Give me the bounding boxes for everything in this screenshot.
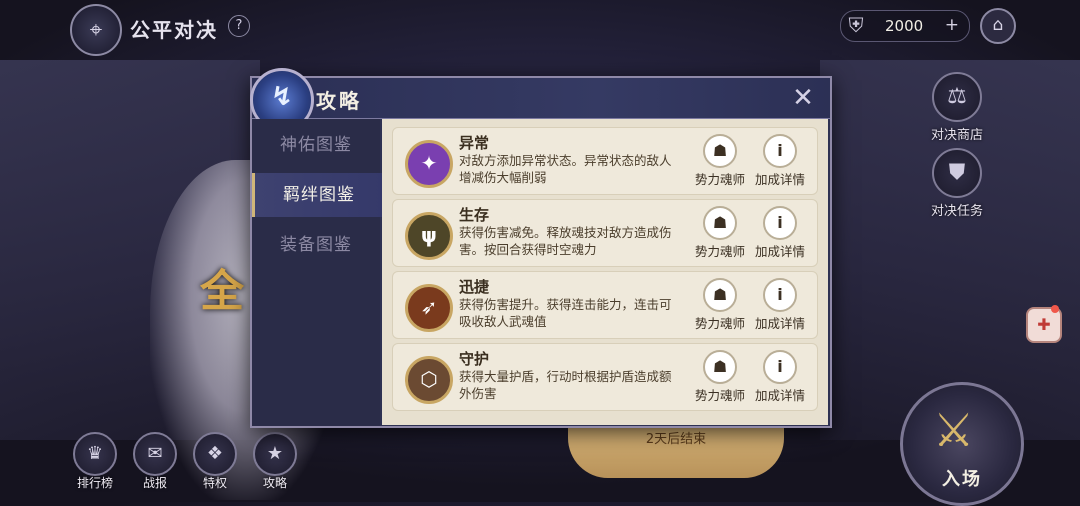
currency-value: 2000 xyxy=(885,17,924,35)
button-label: 势力魂师 xyxy=(694,172,745,187)
faction-soulmaster-button[interactable]: ☗ 势力魂师 xyxy=(691,206,749,260)
modal-tab-nav: 神佑图鉴 羁绊图鉴 装备图鉴 xyxy=(252,119,383,426)
guide-button[interactable]: ★ 攻略 xyxy=(250,432,300,491)
list-item: ψ 生存 获得伤害减免。释放魂技对敌方造成伤害。按回合获得时空魂力 ☗ 势力魂师… xyxy=(392,199,818,267)
tab-blessing-codex[interactable]: 神佑图鉴 xyxy=(252,123,380,167)
button-label: 加成详情 xyxy=(754,388,805,403)
help-button[interactable]: ? xyxy=(228,15,250,37)
tasks-label: 对决任务 xyxy=(930,204,983,219)
report-label: 战报 xyxy=(142,476,167,490)
currency-shield-icon: ⛨ xyxy=(848,13,864,37)
bond-name: 守护 xyxy=(459,350,490,368)
home-icon: ⌂ xyxy=(992,15,1004,35)
bond-name: 生存 xyxy=(459,206,490,224)
crossed-swords-icon: ⚔ xyxy=(933,403,975,457)
privilege-label: 特权 xyxy=(202,476,227,490)
info-icon: i xyxy=(763,350,797,384)
list-item: ➶ 迅捷 获得伤害提升。获得连击能力，连击可吸收敌人武魂值 ☗ 势力魂师 i 加… xyxy=(392,271,818,339)
list-item: ⬡ 守护 获得大量护盾，行动时根据护盾造成额外伤害 ☗ 势力魂师 i 加成详情 xyxy=(392,343,818,411)
bond-description: 获得伤害减免。释放魂技对敌方造成伤害。按回合获得时空魂力 xyxy=(459,225,672,257)
faction-soulmaster-button[interactable]: ☗ 势力魂师 xyxy=(691,134,749,188)
bond-name: 异常 xyxy=(459,134,490,152)
bonus-details-button[interactable]: i 加成详情 xyxy=(751,134,809,188)
wing-emblem-icon: ➶ xyxy=(405,284,453,332)
hooded-figure-icon: ☗ xyxy=(703,278,737,312)
hooded-figure-icon: ☗ xyxy=(703,206,737,240)
currency-display: ⛨ 2000 + xyxy=(840,10,970,42)
leaderboard-button[interactable]: ♛ 排行榜 xyxy=(70,432,120,491)
guide-icon: ★ xyxy=(253,432,297,476)
page-title: 公平对决 xyxy=(130,18,218,42)
button-label: 加成详情 xyxy=(754,172,805,187)
home-button[interactable]: ⌂ xyxy=(980,8,1016,44)
background-title-char: 全 xyxy=(200,266,244,317)
enter-match-button[interactable]: ⚔ 入场 xyxy=(900,382,1024,506)
trophy-icon: ♛ xyxy=(73,432,117,476)
bonus-details-button[interactable]: i 加成详情 xyxy=(751,350,809,404)
list-item: ✦ 异常 对敌方添加异常状态。异常状态的敌人增减伤大幅削弱 ☗ 势力魂师 i 加… xyxy=(392,127,818,195)
scale-icon: ⚖ xyxy=(932,72,982,122)
bonus-details-button[interactable]: i 加成详情 xyxy=(751,206,809,260)
report-button[interactable]: ✉ 战报 xyxy=(130,432,180,491)
shop-label: 对决商店 xyxy=(930,128,983,143)
trident-emblem-icon: ψ xyxy=(405,212,453,260)
button-label: 势力魂师 xyxy=(694,388,745,403)
close-icon: ✕ xyxy=(792,83,814,113)
modal-title: 攻略 xyxy=(316,89,362,113)
gift-icon: ✚ xyxy=(1037,315,1051,334)
hooded-figure-icon: ☗ xyxy=(703,134,737,168)
faction-soulmaster-button[interactable]: ☗ 势力魂师 xyxy=(691,278,749,332)
button-label: 加成详情 xyxy=(754,316,805,331)
button-label: 势力魂师 xyxy=(694,316,745,331)
bond-description: 获得大量护盾，行动时根据护盾造成额外伤害 xyxy=(459,369,672,401)
notification-dot xyxy=(1051,305,1059,313)
add-currency-button[interactable]: + xyxy=(945,15,959,35)
report-icon: ✉ xyxy=(133,432,177,476)
close-button[interactable]: ✕ xyxy=(788,83,818,113)
tasks-button[interactable]: ⛊ 对决任务 xyxy=(922,148,992,219)
guide-label: 攻略 xyxy=(262,476,287,490)
anomaly-emblem-icon: ✦ xyxy=(405,140,453,188)
privilege-button[interactable]: ❖ 特权 xyxy=(190,432,240,491)
info-icon: i xyxy=(763,206,797,240)
bond-description: 获得伤害提升。获得连击能力，连击可吸收敌人武魂值 xyxy=(459,297,672,329)
shield-emblem-icon: ⬡ xyxy=(405,356,453,404)
info-icon: i xyxy=(763,134,797,168)
shop-button[interactable]: ⚖ 对决商店 xyxy=(922,72,992,143)
tab-bond-codex[interactable]: 羁绊图鉴 xyxy=(252,173,383,217)
info-icon: i xyxy=(763,278,797,312)
faction-soulmaster-button[interactable]: ☗ 势力魂师 xyxy=(691,350,749,404)
mode-logo-icon: ⌖ xyxy=(70,4,122,56)
enter-label: 入场 xyxy=(942,469,982,490)
button-label: 势力魂师 xyxy=(694,244,745,259)
bond-list: ✦ 异常 对敌方添加异常状态。异常状态的敌人增减伤大幅削弱 ☗ 势力魂师 i 加… xyxy=(382,119,828,425)
guide-modal: ↯ 攻略 ✕ 神佑图鉴 羁绊图鉴 装备图鉴 ✦ 异常 对敌方添加异常状态。异常状… xyxy=(250,68,832,428)
event-countdown: 2天后结束 xyxy=(645,432,707,447)
button-label: 加成详情 xyxy=(754,244,805,259)
shield-icon: ⛊ xyxy=(932,148,982,198)
modal-header: ↯ 攻略 ✕ xyxy=(250,68,830,132)
leaderboard-label: 排行榜 xyxy=(76,476,113,490)
bond-name: 迅捷 xyxy=(459,278,490,296)
bond-description: 对敌方添加异常状态。异常状态的敌人增减伤大幅削弱 xyxy=(459,153,672,185)
privilege-icon: ❖ xyxy=(193,432,237,476)
tab-equipment-codex[interactable]: 装备图鉴 xyxy=(252,223,380,267)
hooded-figure-icon: ☗ xyxy=(703,350,737,384)
bonus-details-button[interactable]: i 加成详情 xyxy=(751,278,809,332)
